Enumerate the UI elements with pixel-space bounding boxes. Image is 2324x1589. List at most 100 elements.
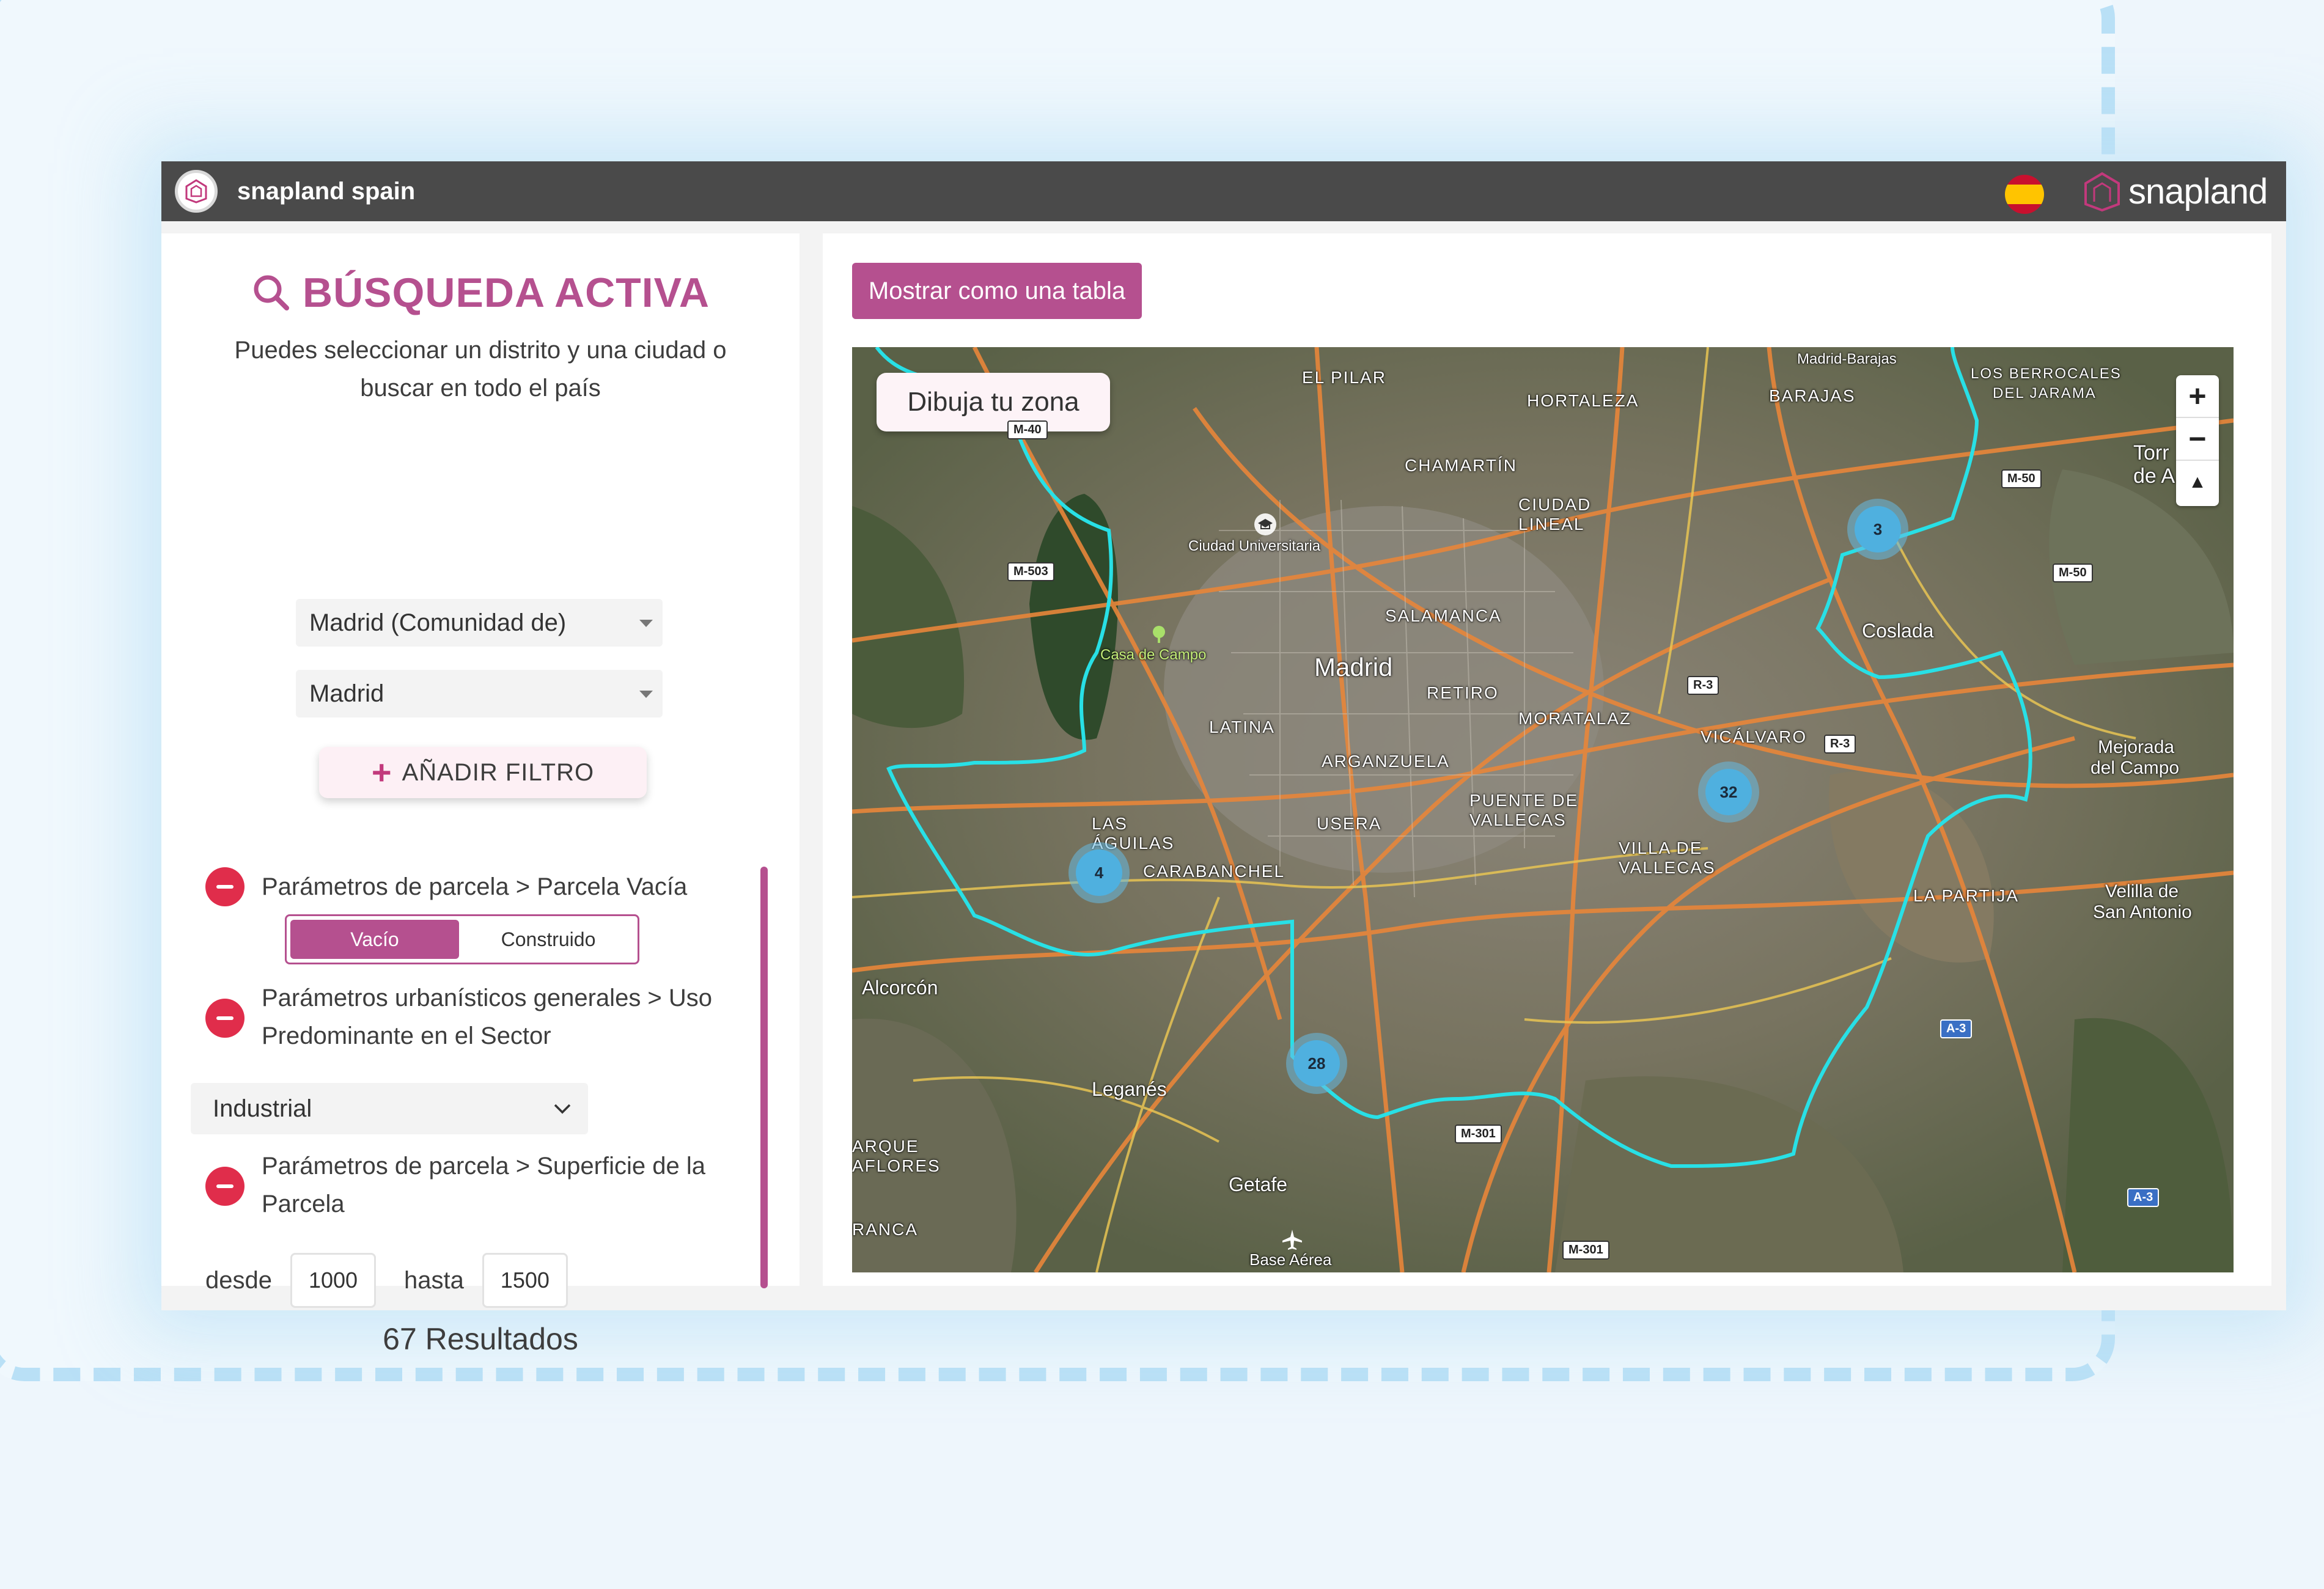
search-icon: [254, 275, 289, 310]
app-title: snapland spain: [237, 178, 416, 205]
app-window: snapland spain snapland BÚSQUEDA ACTIVA …: [161, 161, 2286, 1356]
panel-title: BÚSQUEDA ACTIVA: [161, 269, 800, 317]
plus-icon: +: [371, 753, 392, 791]
map-panel: Mostrar como una tabla Dibuja tu zona + …: [823, 233, 2271, 1286]
zoom-out-button[interactable]: −: [2176, 418, 2219, 461]
map-label-madrid-barajas: Madrid-Barajas: [1797, 351, 1897, 367]
road-shield: M-50: [2001, 469, 2042, 488]
road-shield: R-3: [1687, 676, 1719, 695]
filters-scrollbar[interactable]: [760, 867, 768, 1288]
chevron-down-icon: [554, 1104, 571, 1114]
map-label-hortaleza: HORTALEZA: [1527, 391, 1639, 410]
filter-label: Parámetros de parcela > Parcela Vacía: [262, 873, 688, 900]
map-label-casa-de-campo: Casa de Campo: [1100, 647, 1207, 663]
map-label-la-partija: LA PARTIJA: [1913, 886, 2020, 905]
land-use-select[interactable]: Industrial: [191, 1083, 588, 1134]
map-label-velilla: San Antonio: [2093, 902, 2192, 922]
region-select-value: Madrid (Comunidad de): [309, 609, 567, 636]
caret-down-icon: [639, 691, 653, 698]
map-label-ciudad-lineal: LINEAL: [1518, 515, 1585, 534]
filter-label: Parámetros urbanísticos generales > Uso …: [262, 985, 713, 1049]
map-label-getafe: Getafe: [1229, 1173, 1288, 1195]
caret-down-icon: [639, 620, 653, 627]
map-label-leganes: Leganés: [1092, 1078, 1167, 1100]
map-label-las-aguilas: LAS: [1092, 814, 1128, 833]
map-label-del-jarama: DEL JARAMA: [1993, 385, 2097, 402]
map-label-salamanca: SALAMANCA: [1385, 606, 1502, 625]
brand-name: snapland: [2128, 171, 2268, 211]
map-label-chamartin: CHAMARTÍN: [1405, 456, 1517, 475]
map-label-ciudad-universitaria: Ciudad Universitaria: [1188, 538, 1321, 554]
draw-zone-button[interactable]: Dibuja tu zona: [877, 373, 1110, 431]
map-view[interactable]: Dibuja tu zona + − ▲ Madrid Coslada Alco…: [852, 347, 2234, 1272]
map-label-puente-de-vallecas: PUENTE DE: [1469, 791, 1579, 810]
road-shield: M-40: [1007, 420, 1048, 439]
search-panel: BÚSQUEDA ACTIVA Puedes seleccionar un di…: [161, 233, 800, 1356]
road-shield: A-3: [1940, 1019, 1973, 1038]
map-label-mejorada: Mejorada: [2098, 737, 2175, 757]
map-label-villa-de-vallecas: VILLA DE: [1619, 839, 1703, 857]
cluster-count: 28: [1293, 1040, 1340, 1087]
university-icon: [1254, 513, 1276, 535]
result-cluster-marker[interactable]: 3: [1847, 499, 1908, 560]
road-shield: A-3: [2127, 1188, 2160, 1207]
result-cluster-marker[interactable]: 32: [1698, 761, 1759, 823]
empty-plot-toggle: Vacío Construido: [285, 914, 639, 964]
map-label-parque-aflores: AFLORES: [852, 1156, 941, 1175]
map-label-el-pilar: EL PILAR: [1302, 368, 1386, 387]
remove-filter-button[interactable]: [205, 1167, 245, 1206]
range-to-input[interactable]: 1500: [482, 1253, 568, 1308]
add-filter-button[interactable]: + AÑADIR FILTRO: [319, 747, 647, 798]
brand-logo: snapland: [2081, 169, 2268, 214]
range-to-label: hasta: [403, 1266, 464, 1294]
show-table-button[interactable]: Mostrar como una tabla: [852, 263, 1142, 319]
map-label-alcorcon: Alcorcón: [862, 977, 938, 999]
range-from-input[interactable]: 1000: [290, 1253, 376, 1308]
result-cluster-marker[interactable]: 4: [1068, 842, 1130, 903]
map-label-torrejon: de A: [2133, 464, 2175, 488]
remove-filter-button[interactable]: [205, 999, 245, 1038]
road-shield: M-50: [2053, 563, 2093, 582]
result-cluster-marker[interactable]: 28: [1286, 1033, 1347, 1094]
cluster-count: 4: [1076, 850, 1122, 896]
city-select[interactable]: Madrid: [296, 670, 663, 717]
road-shield: M-301: [1455, 1125, 1502, 1143]
cluster-count: 32: [1705, 769, 1752, 815]
map-label-moratalaz: MORATALAZ: [1518, 709, 1631, 728]
map-label-retiro: RETIRO: [1427, 683, 1499, 702]
city-select-value: Madrid: [309, 680, 384, 707]
map-label-velilla: Velilla de: [2105, 881, 2179, 901]
panel-title-text: BÚSQUEDA ACTIVA: [302, 270, 710, 316]
map-label-arganzuela: ARGANZUELA: [1322, 752, 1450, 771]
road-shield: M-503: [1007, 562, 1054, 581]
app-logo-icon[interactable]: [175, 170, 218, 213]
zoom-control: + − ▲: [2176, 375, 2219, 506]
range-from-label: desde: [205, 1266, 272, 1294]
map-label-mejorada: del Campo: [2090, 758, 2180, 778]
airport-icon: [1282, 1230, 1302, 1250]
map-label-torrejon: Torr: [2133, 441, 2169, 464]
region-select[interactable]: Madrid (Comunidad de): [296, 599, 663, 647]
map-label-puente-de-vallecas: VALLECAS: [1469, 810, 1567, 829]
map-label-madrid: Madrid: [1314, 653, 1393, 681]
park-tree-icon: [1153, 626, 1165, 643]
brand-house-icon: [2084, 172, 2120, 212]
toggle-option-construido[interactable]: Construido: [464, 920, 633, 959]
spain-flag-icon[interactable]: [2005, 175, 2044, 214]
zoom-in-button[interactable]: +: [2176, 375, 2219, 418]
compass-button[interactable]: ▲: [2176, 461, 2219, 504]
cluster-count: 3: [1855, 506, 1901, 552]
results-count: 67 Resultados: [383, 1322, 578, 1356]
map-label-villa-de-vallecas: VALLECAS: [1619, 858, 1716, 877]
plot-area-range: desde 1000 hasta 1500: [205, 1252, 568, 1309]
road-shield: M-301: [1562, 1241, 1609, 1260]
map-label-barajas: BARAJAS: [1769, 386, 1856, 405]
remove-filter-button[interactable]: [205, 867, 245, 906]
filter-label: Parámetros de parcela > Superficie de la…: [262, 1153, 705, 1217]
top-bar: snapland spain snapland: [161, 161, 2286, 221]
map-label-ciudad-lineal: CIUDAD: [1518, 495, 1592, 514]
map-label-berrocales: LOS BERROCALES: [1971, 365, 2122, 382]
map-label-usera: USERA: [1317, 814, 1382, 833]
map-label-rancha: RANCA: [852, 1220, 919, 1239]
toggle-option-vacio[interactable]: Vacío: [290, 920, 459, 959]
